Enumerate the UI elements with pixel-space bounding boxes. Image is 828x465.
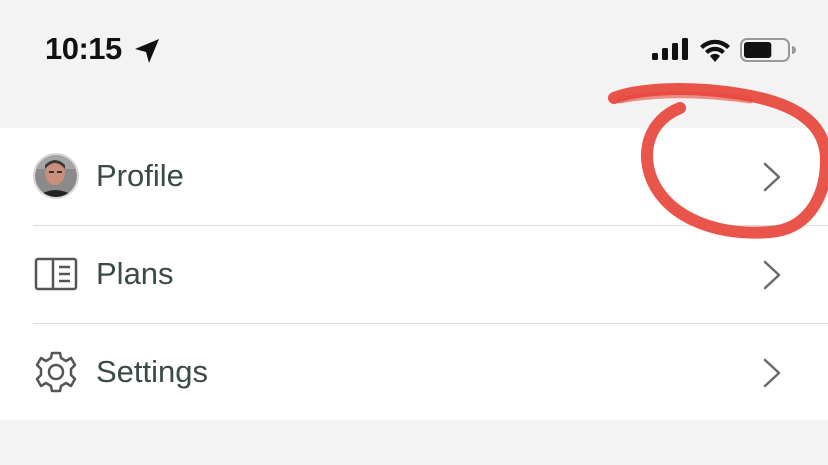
menu-item-label: Settings [96, 354, 209, 389]
chevron-right-icon [763, 162, 781, 192]
chevron-right-icon [763, 260, 781, 290]
avatar [33, 153, 79, 199]
wifi-icon [700, 39, 730, 62]
status-bar: 10:15 [0, 0, 828, 100]
cellular-signal-icon [652, 38, 688, 60]
menu-item-plans[interactable]: Plans [0, 226, 828, 323]
gear-icon [35, 351, 77, 393]
menu-item-settings[interactable]: Settings [0, 324, 828, 421]
menu-list: Profile Plans Settings [0, 128, 828, 420]
battery-icon [740, 38, 796, 62]
location-arrow-icon [135, 39, 159, 63]
menu-item-profile[interactable]: Profile [0, 128, 828, 225]
plans-icon [34, 257, 78, 291]
menu-item-label: Plans [96, 256, 174, 291]
chevron-right-icon [763, 358, 781, 388]
menu-item-label: Profile [96, 158, 184, 193]
status-time: 10:15 [45, 31, 122, 66]
